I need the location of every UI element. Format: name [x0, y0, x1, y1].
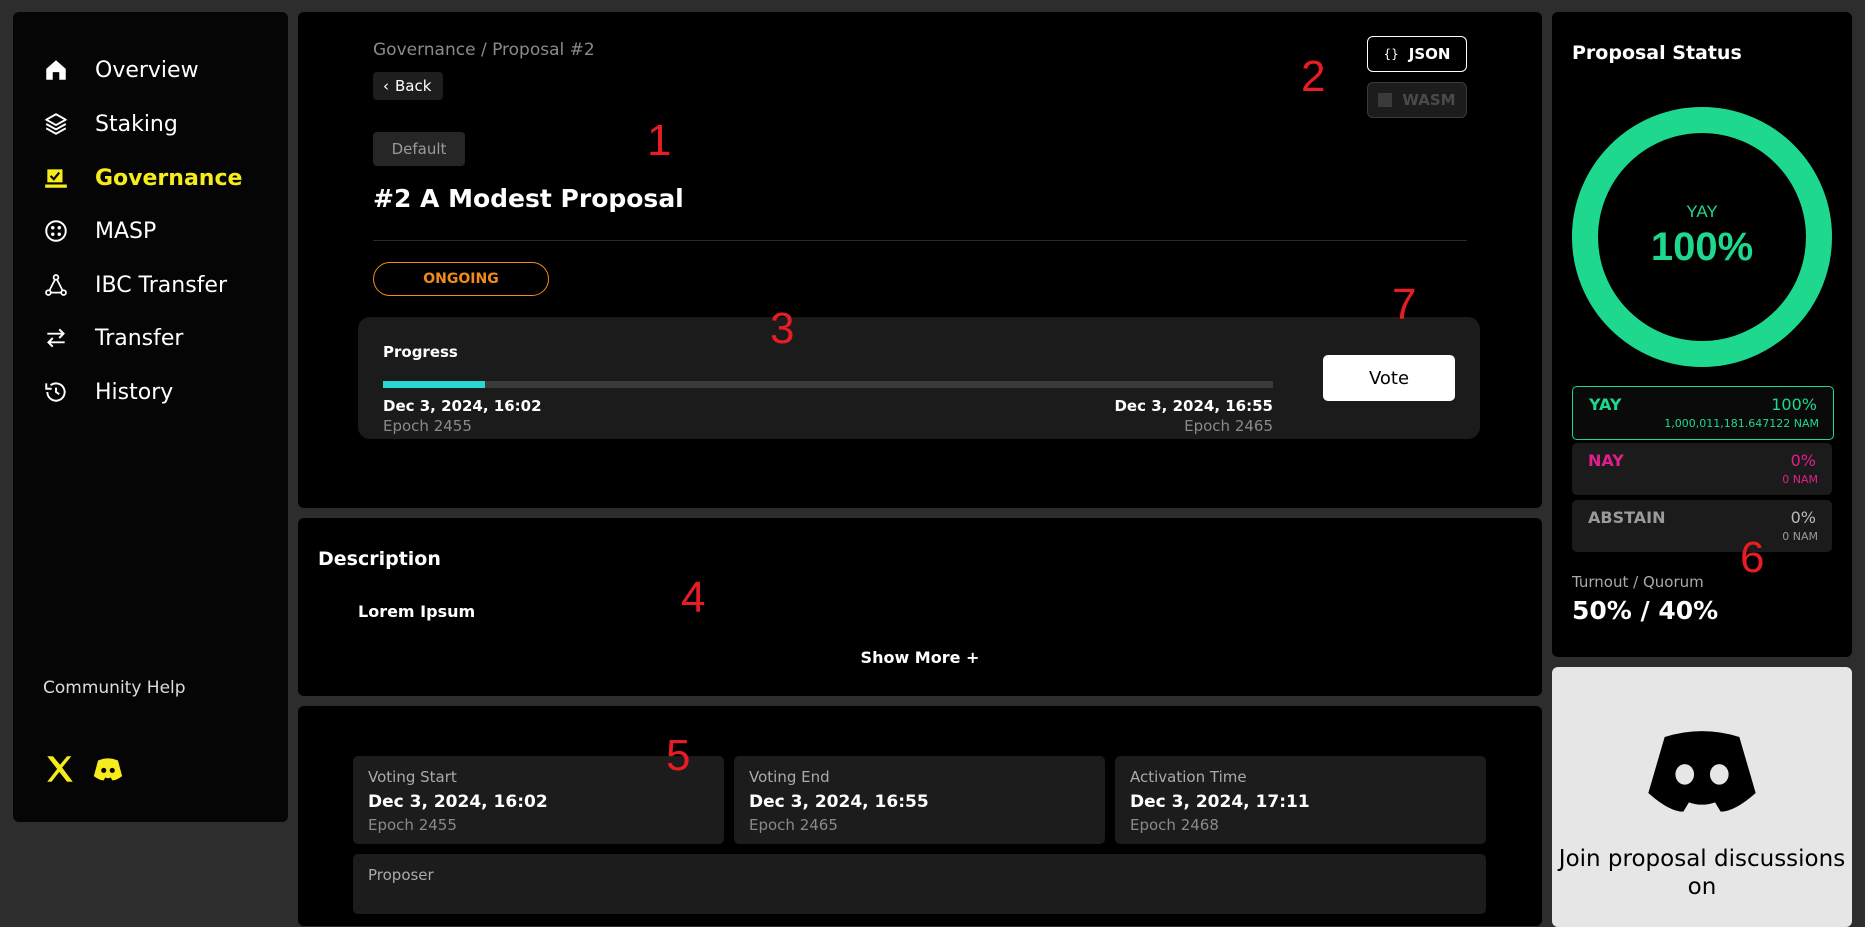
- annotation-3: 3: [770, 304, 795, 353]
- annotation-7: 7: [1392, 280, 1417, 329]
- vote-donut-chart: YAY 100%: [1572, 107, 1832, 367]
- sidebar-item-label: Governance: [95, 165, 243, 191]
- vote-pct: 0%: [1790, 508, 1816, 527]
- description-panel: Description Lorem Ipsum Show More +: [298, 518, 1542, 696]
- json-label: JSON: [1408, 45, 1451, 63]
- proposal-type-tag: Default: [373, 132, 465, 166]
- vote-amount: 0 NAM: [1782, 530, 1818, 543]
- annotation-1: 1: [647, 116, 672, 165]
- wasm-label: WASM: [1402, 91, 1456, 109]
- yay-box: YAY 100% 1,000,011,181.647122 NAM: [1572, 386, 1834, 440]
- card-epoch: Epoch 2468: [1130, 816, 1219, 834]
- card-label: Voting End: [749, 768, 830, 786]
- progress-label: Progress: [383, 343, 458, 361]
- sidebar-item-ibc-transfer[interactable]: IBC Transfer: [43, 265, 227, 305]
- discord-icon[interactable]: [91, 752, 125, 786]
- discord-icon: [1648, 731, 1756, 812]
- proposal-status-panel: Proposal Status YAY 100% YAY 100% 1,000,…: [1552, 12, 1852, 657]
- start-epoch: Epoch 2455: [383, 417, 472, 435]
- annotation-4: 4: [681, 573, 706, 622]
- card-epoch: Epoch 2465: [749, 816, 838, 834]
- history-icon: [45, 382, 66, 402]
- vote-key: NAY: [1588, 451, 1624, 470]
- activation-time-card: Activation Time Dec 3, 2024, 17:11 Epoch…: [1115, 756, 1486, 844]
- vote-pct: 100%: [1771, 395, 1817, 414]
- x-icon[interactable]: [43, 752, 77, 786]
- transfer-arrows-icon: [47, 328, 65, 348]
- annotation-6: 6: [1740, 533, 1765, 582]
- back-label: Back: [395, 77, 432, 95]
- proposer-label: Proposer: [368, 866, 434, 884]
- vote-key: YAY: [1589, 395, 1622, 414]
- masp-icon: [45, 220, 67, 242]
- home-icon: [46, 60, 66, 80]
- sidebar-item-transfer[interactable]: Transfer: [43, 318, 183, 358]
- voting-details-panel: Voting Start Dec 3, 2024, 16:02 Epoch 24…: [298, 706, 1542, 926]
- annotation-5: 5: [666, 731, 691, 780]
- card-label: Activation Time: [1130, 768, 1247, 786]
- start-date: Dec 3, 2024, 16:02: [383, 397, 542, 415]
- description-title: Description: [318, 548, 441, 570]
- proposer-card: Proposer: [353, 854, 1486, 914]
- community-help-link[interactable]: Community Help: [43, 678, 186, 698]
- braces-icon: {}: [1383, 47, 1399, 61]
- end-epoch: Epoch 2465: [1184, 417, 1273, 435]
- sidebar-item-label: Transfer: [95, 325, 184, 351]
- promo-text: Join proposal discussions on: [1558, 846, 1846, 900]
- progress-fill: [383, 381, 486, 388]
- progress-bar: [383, 381, 1273, 388]
- sidebar: Overview Staking Governance MASP IBC Tra…: [13, 12, 288, 822]
- vote-amount: 0 NAM: [1782, 473, 1818, 486]
- breadcrumb: Governance / Proposal #2: [373, 40, 595, 60]
- abstain-box: ABSTAIN 0% 0 NAM: [1572, 500, 1832, 552]
- vote-pct: 0%: [1790, 451, 1816, 470]
- page-title: #2 A Modest Proposal: [373, 184, 684, 213]
- sidebar-item-label: MASP: [95, 218, 157, 244]
- proposal-header-panel: Governance / Proposal #2 ‹ Back Default …: [298, 12, 1542, 508]
- card-value: Dec 3, 2024, 17:11: [1130, 792, 1310, 812]
- card-label: Voting Start: [368, 768, 457, 786]
- chevron-left-icon: ‹: [383, 77, 389, 95]
- annotation-2: 2: [1301, 52, 1326, 101]
- discord-promo-card[interactable]: Join proposal discussions on: [1552, 667, 1852, 927]
- sidebar-item-history[interactable]: History: [43, 372, 173, 412]
- description-body: Lorem Ipsum: [358, 602, 476, 621]
- divider: [373, 240, 1467, 241]
- sidebar-item-label: Overview: [95, 57, 199, 83]
- sidebar-item-staking[interactable]: Staking: [43, 104, 178, 144]
- sidebar-item-label: History: [95, 379, 174, 405]
- ibc-icon: [45, 274, 67, 296]
- status-title: Proposal Status: [1572, 42, 1742, 64]
- card-value: Dec 3, 2024, 16:55: [749, 792, 929, 812]
- status-badge: ONGOING: [373, 262, 549, 296]
- voting-end-card: Voting End Dec 3, 2024, 16:55 Epoch 2465: [734, 756, 1105, 844]
- vote-amount: 1,000,011,181.647122 NAM: [1664, 417, 1819, 430]
- file-icon: [1378, 93, 1393, 107]
- vote-button[interactable]: Vote: [1323, 355, 1455, 401]
- wasm-button[interactable]: WASM: [1367, 82, 1467, 118]
- layers-icon: [45, 113, 67, 135]
- ballot-icon: [45, 169, 67, 188]
- sidebar-item-governance[interactable]: Governance: [43, 158, 242, 198]
- show-more-button[interactable]: Show More +: [298, 648, 1542, 667]
- vote-key: ABSTAIN: [1588, 508, 1666, 527]
- donut-label: YAY: [1686, 202, 1718, 221]
- turnout-label: Turnout / Quorum: [1572, 573, 1704, 591]
- back-button[interactable]: ‹ Back: [373, 72, 444, 100]
- sidebar-item-overview[interactable]: Overview: [43, 50, 199, 90]
- card-epoch: Epoch 2455: [368, 816, 457, 834]
- end-date: Dec 3, 2024, 16:55: [1114, 397, 1273, 415]
- sidebar-item-label: Staking: [95, 111, 178, 137]
- sidebar-item-label: IBC Transfer: [95, 272, 228, 298]
- progress-card: Progress Dec 3, 2024, 16:02 Epoch 2455 D…: [358, 317, 1480, 439]
- turnout-value: 50% / 40%: [1572, 596, 1719, 625]
- json-button[interactable]: {} JSON: [1367, 36, 1467, 72]
- nay-box: NAY 0% 0 NAM: [1572, 443, 1832, 495]
- card-value: Dec 3, 2024, 16:02: [368, 792, 548, 812]
- sidebar-item-masp[interactable]: MASP: [43, 211, 156, 251]
- donut-value: 100%: [1651, 225, 1753, 269]
